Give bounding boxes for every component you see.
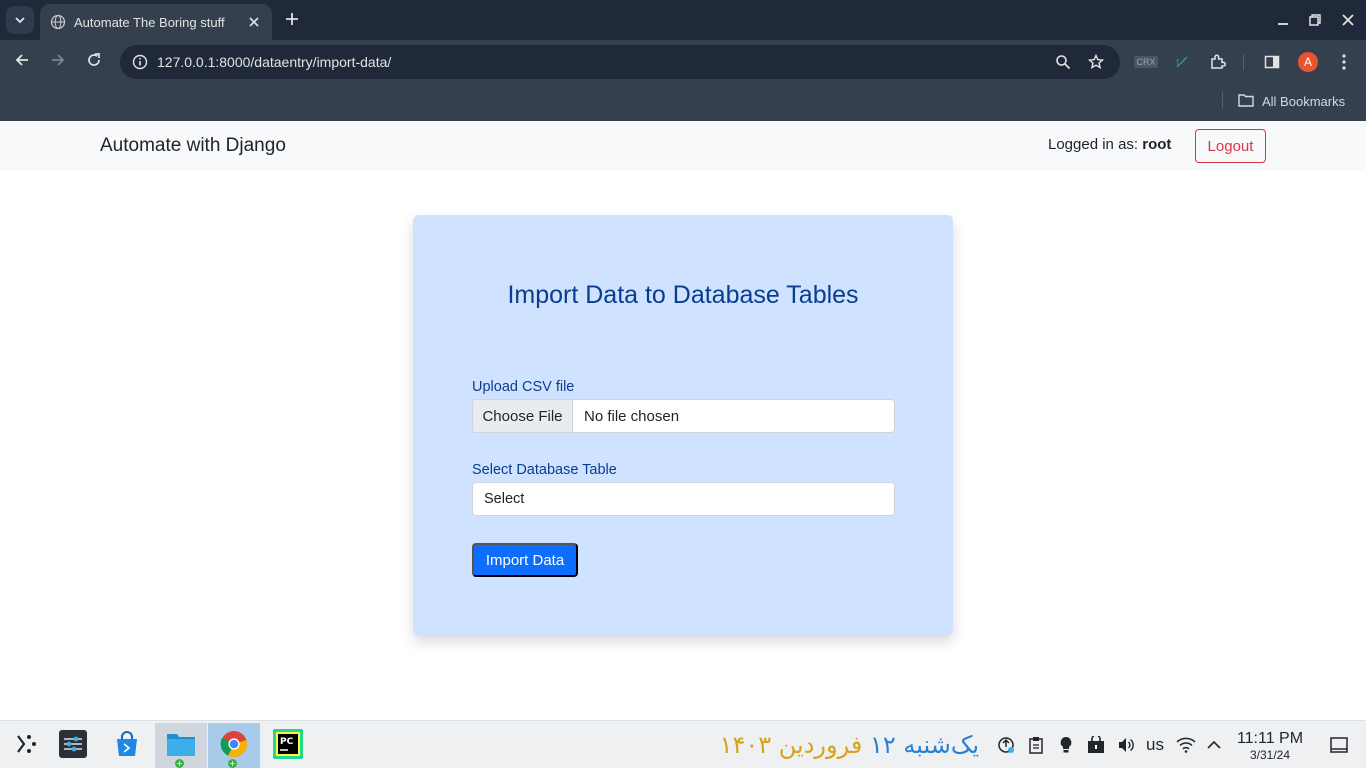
select-table-label: Select Database Table bbox=[472, 462, 617, 478]
clock-time[interactable]: 11:11 PM bbox=[1232, 730, 1308, 748]
lightbulb-icon[interactable] bbox=[1056, 735, 1076, 755]
bookmarks-bar: All Bookmarks bbox=[0, 84, 1366, 121]
browser-tab-active[interactable]: Automate The Boring stuff bbox=[40, 4, 272, 40]
chevron-down-icon bbox=[14, 11, 26, 30]
extension-icon[interactable]: f bbox=[1170, 50, 1194, 74]
update-tray-icon[interactable] bbox=[996, 735, 1016, 755]
browser-toolbar: 127.0.0.1:8000/dataentry/import-data/ CR… bbox=[0, 40, 1366, 84]
volume-icon[interactable] bbox=[1116, 735, 1136, 755]
plus-icon bbox=[285, 11, 299, 30]
logged-in-prefix: Logged in as: bbox=[1048, 136, 1143, 153]
show-desktop-icon[interactable] bbox=[1329, 735, 1349, 755]
site-navbar: Automate with Django Logged in as: root … bbox=[0, 121, 1366, 171]
all-bookmarks-label: All Bookmarks bbox=[1262, 93, 1346, 109]
arrow-right-icon bbox=[50, 52, 66, 72]
side-panel-icon[interactable] bbox=[1260, 50, 1284, 74]
logout-button[interactable]: Logout bbox=[1195, 129, 1266, 163]
chevron-up-icon[interactable] bbox=[1204, 735, 1224, 755]
wifi-icon[interactable] bbox=[1176, 735, 1196, 755]
restore-window-button[interactable] bbox=[1303, 8, 1327, 32]
site-brand[interactable]: Automate with Django bbox=[100, 135, 286, 157]
close-window-button[interactable] bbox=[1336, 8, 1360, 32]
extensions-puzzle-icon[interactable] bbox=[1206, 50, 1230, 74]
svg-text:PC: PC bbox=[280, 737, 294, 747]
taskbar-files-app[interactable]: + bbox=[155, 723, 207, 768]
taskbar-store-app[interactable] bbox=[101, 723, 153, 768]
clock-date[interactable]: 3/31/24 bbox=[1232, 748, 1308, 762]
close-icon bbox=[1342, 11, 1354, 30]
url-text[interactable]: 127.0.0.1:8000/dataentry/import-data/ bbox=[157, 54, 391, 70]
forward-button[interactable] bbox=[46, 50, 70, 74]
os-taskbar: + + PC یک‌شنبه ۱۲ فروردین ۱۴۰۳ us 11:11 … bbox=[0, 720, 1366, 768]
browser-menu-icon[interactable] bbox=[1332, 50, 1356, 74]
toolbar-divider bbox=[1243, 54, 1244, 70]
pycharm-icon: PC bbox=[273, 729, 303, 763]
globe-icon bbox=[50, 14, 66, 30]
choose-file-button[interactable]: Choose File bbox=[473, 400, 573, 432]
upload-csv-label: Upload CSV file bbox=[472, 379, 575, 395]
reload-icon bbox=[86, 52, 102, 72]
shopping-bag-icon bbox=[113, 730, 141, 762]
svg-text:f: f bbox=[1176, 58, 1179, 67]
logged-in-status: Logged in as: root bbox=[1048, 136, 1171, 153]
new-tab-button[interactable] bbox=[280, 8, 304, 32]
vault-lock-icon[interactable] bbox=[1086, 735, 1106, 755]
reload-button[interactable] bbox=[82, 50, 106, 74]
back-button[interactable] bbox=[10, 50, 34, 74]
arrow-left-icon bbox=[14, 52, 30, 72]
clipboard-icon[interactable] bbox=[1026, 735, 1046, 755]
tab-search-button[interactable] bbox=[6, 6, 34, 34]
all-bookmarks-button[interactable]: All Bookmarks bbox=[1238, 91, 1345, 111]
launcher-icon bbox=[13, 731, 39, 761]
crx-extension-icon[interactable]: CRX bbox=[1134, 50, 1158, 74]
database-table-select[interactable]: Select bbox=[472, 482, 895, 516]
taskbar-chrome-app[interactable]: + bbox=[208, 723, 260, 768]
site-info-icon[interactable] bbox=[128, 50, 152, 74]
file-status-text: No file chosen bbox=[584, 407, 680, 425]
minimize-icon bbox=[1277, 11, 1289, 30]
page-title: Import Data to Database Tables bbox=[507, 281, 859, 309]
app-launcher-button[interactable] bbox=[0, 723, 52, 768]
bookmarks-divider bbox=[1222, 92, 1223, 108]
address-bar[interactable]: 127.0.0.1:8000/dataentry/import-data/ bbox=[120, 45, 1120, 79]
taskbar-settings-app[interactable] bbox=[47, 723, 99, 768]
import-data-button[interactable]: Import Data bbox=[472, 543, 578, 577]
tab-title: Automate The Boring stuff bbox=[74, 14, 225, 30]
persian-date-day: یک‌شنبه ۱۲ bbox=[869, 731, 979, 759]
restore-icon bbox=[1309, 11, 1321, 30]
close-tab-icon[interactable] bbox=[246, 14, 262, 30]
persian-date-month-year: فروردین ۱۴۰۳ bbox=[719, 731, 863, 759]
zoom-icon[interactable] bbox=[1051, 50, 1075, 74]
launcher-badge: + bbox=[228, 759, 237, 768]
profile-avatar[interactable]: A bbox=[1296, 50, 1320, 74]
taskbar-pycharm-app[interactable]: PC bbox=[262, 723, 314, 768]
minimize-window-button[interactable] bbox=[1271, 8, 1295, 32]
chrome-icon bbox=[220, 730, 248, 762]
csv-file-input[interactable]: Choose File No file chosen bbox=[472, 399, 895, 433]
launcher-badge: + bbox=[175, 759, 184, 768]
folder-app-icon bbox=[166, 730, 196, 762]
settings-app-icon bbox=[59, 730, 87, 762]
import-data-card: Import Data to Database Tables Upload CS… bbox=[413, 215, 953, 636]
select-value: Select bbox=[484, 491, 525, 507]
browser-tabstrip: Automate The Boring stuff bbox=[0, 0, 1366, 40]
bookmark-star-icon[interactable] bbox=[1084, 50, 1108, 74]
keyboard-layout-indicator[interactable]: us bbox=[1146, 735, 1164, 755]
folder-icon bbox=[1238, 93, 1254, 110]
persian-date: یک‌شنبه ۱۲ فروردین ۱۴۰۳ bbox=[720, 731, 979, 759]
logged-in-username: root bbox=[1142, 136, 1172, 153]
